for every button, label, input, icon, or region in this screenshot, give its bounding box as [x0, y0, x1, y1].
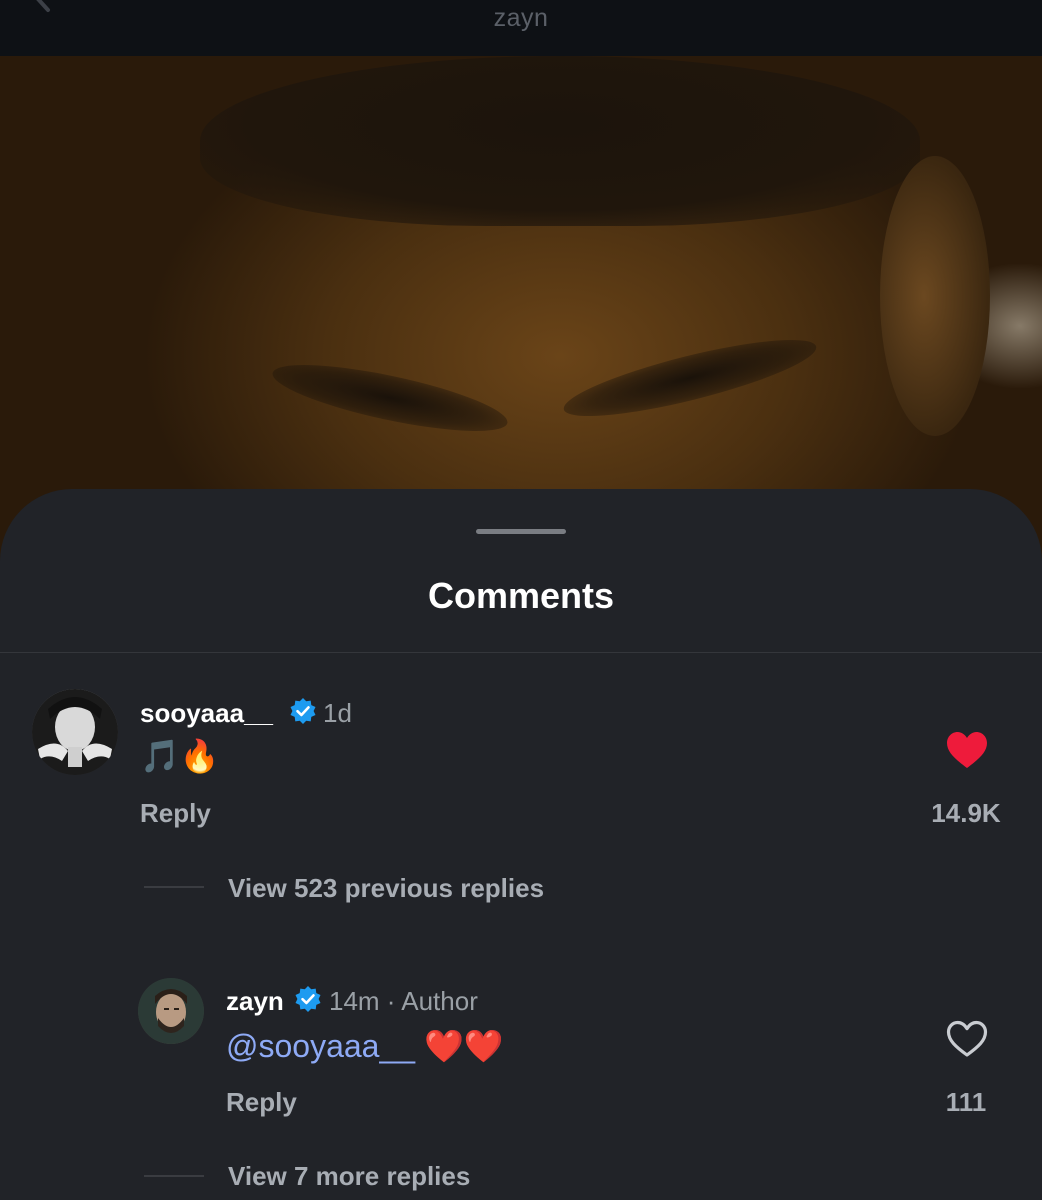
comments-title: Comments — [427, 575, 615, 616]
avatar-photo-icon — [32, 689, 118, 775]
header-divider — [0, 652, 1042, 653]
video-ear-shape — [880, 156, 990, 436]
reply-button[interactable]: Reply — [140, 798, 211, 829]
like-heart-outline-icon[interactable] — [945, 1019, 989, 1059]
view-previous-replies-button[interactable]: View 523 previous replies — [228, 873, 544, 904]
comment-timestamp: 1d — [323, 698, 352, 728]
video-brow-right — [558, 325, 822, 431]
avatar[interactable] — [138, 978, 204, 1044]
top-bar: zayn — [0, 0, 1042, 56]
avatar-photo-icon — [138, 978, 204, 1044]
comment-emoji-text: ❤️❤️ — [423, 1028, 504, 1064]
like-count: 111 — [945, 1087, 987, 1117]
comment-timestamp: 14m · Author — [329, 986, 478, 1016]
comment-username[interactable]: zayn — [226, 986, 284, 1017]
verified-badge-icon — [290, 698, 316, 724]
like-count: 14.9K — [931, 798, 1001, 828]
comment-text: 🎵🔥 — [140, 738, 220, 774]
verified-badge-icon — [295, 986, 321, 1012]
reply-button[interactable]: Reply — [226, 1087, 297, 1118]
reel-comments-screen: zayn Comments sooyaaa__ 1d 🎵🔥 Reply 14.9… — [0, 0, 1042, 1200]
video-hair-shape — [200, 56, 920, 226]
comment-text: @sooyaaa__ ❤️❤️ — [226, 1027, 504, 1065]
profile-title: zayn — [493, 4, 549, 32]
like-heart-filled-icon[interactable] — [945, 730, 989, 770]
comment-username[interactable]: sooyaaa__ — [140, 698, 273, 729]
avatar[interactable] — [32, 689, 118, 775]
user-mention-link[interactable]: @sooyaaa__ — [226, 1028, 415, 1064]
video-brow-left — [268, 351, 512, 445]
replies-divider-line — [144, 886, 204, 888]
replies-divider-line — [144, 1175, 204, 1177]
sheet-grabber-handle[interactable] — [476, 529, 566, 534]
comments-sheet: Comments sooyaaa__ 1d 🎵🔥 Reply 14.9K Vie… — [0, 489, 1042, 1200]
view-more-replies-button[interactable]: View 7 more replies — [228, 1161, 470, 1192]
